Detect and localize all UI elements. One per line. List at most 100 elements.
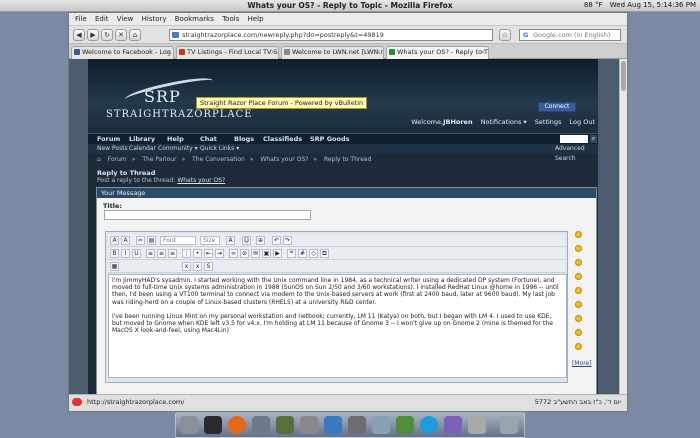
- tab-lwn[interactable]: Welcome to LWN.net [LWN.n... ×: [281, 46, 384, 59]
- undo-icon[interactable]: ↶: [272, 236, 281, 245]
- firefox-icon[interactable]: [228, 416, 246, 434]
- html-icon[interactable]: ◇: [309, 249, 318, 258]
- app-icon[interactable]: [396, 416, 414, 434]
- tab-whats-your-os[interactable]: Whats your OS? - Reply to T... ×: [386, 46, 489, 59]
- trash-icon[interactable]: [500, 416, 518, 434]
- app-icon[interactable]: [468, 416, 486, 434]
- subnav-new-posts[interactable]: New Posts: [97, 144, 128, 154]
- smile-icon[interactable]: [575, 343, 582, 350]
- underline-button[interactable]: U: [132, 249, 141, 258]
- title-field[interactable]: [104, 210, 311, 220]
- notifications-menu[interactable]: Notifications ▾: [481, 118, 527, 126]
- breadcrumb-item[interactable]: The Parlour: [142, 156, 176, 163]
- thread-link[interactable]: Whats your OS?: [177, 177, 225, 184]
- align-right-icon[interactable]: ≡: [168, 249, 177, 258]
- close-icon[interactable]: ×: [270, 47, 276, 58]
- table-icon[interactable]: ▦: [110, 262, 119, 271]
- smile-icon[interactable]: [575, 315, 582, 322]
- logout-link[interactable]: Log Out: [570, 118, 595, 126]
- username-link[interactable]: JBHoren: [443, 118, 473, 126]
- email-icon[interactable]: ✉: [251, 249, 260, 258]
- search-input[interactable]: G Google.com (in English): [519, 29, 621, 41]
- link-icon[interactable]: ∞: [229, 249, 238, 258]
- reload-icon[interactable]: ↻: [101, 29, 113, 41]
- strike-icon[interactable]: S: [204, 262, 213, 271]
- video-icon[interactable]: ▶: [273, 249, 282, 258]
- terminal-icon[interactable]: [204, 416, 222, 434]
- unlink-icon[interactable]: ⊘: [240, 249, 249, 258]
- breadcrumb-item[interactable]: Forum: [108, 156, 127, 163]
- superscript-icon[interactable]: x: [193, 262, 202, 271]
- settings-link[interactable]: Settings: [535, 118, 562, 126]
- unordered-list-icon[interactable]: •: [193, 249, 202, 258]
- home-icon[interactable]: ⌂: [97, 156, 101, 163]
- tab-tv-listings[interactable]: TV Listings - Find Local TV S... ×: [176, 46, 279, 59]
- align-left-icon[interactable]: ≡: [146, 249, 155, 258]
- subscript-icon[interactable]: x: [182, 262, 191, 271]
- indent-icon[interactable]: ⇥: [215, 249, 224, 258]
- smile-icon[interactable]: [575, 301, 582, 308]
- mail-icon[interactable]: [252, 416, 270, 434]
- quote-icon[interactable]: ❝: [287, 249, 296, 258]
- font-select[interactable]: Font: [160, 236, 196, 245]
- breadcrumb-item[interactable]: Whats your OS?: [260, 156, 308, 163]
- app-icon[interactable]: [372, 416, 390, 434]
- home-icon[interactable]: ⌂: [129, 29, 141, 41]
- close-icon[interactable]: ×: [480, 47, 486, 58]
- code-icon[interactable]: #: [298, 249, 307, 258]
- menu-tools[interactable]: Tools: [222, 13, 239, 26]
- message-textarea[interactable]: I'm JimmyHAD's sysadmin. I started worki…: [108, 274, 567, 378]
- breadcrumb-item[interactable]: The Conversation: [192, 156, 245, 163]
- smile-icon[interactable]: [575, 231, 582, 238]
- search-icon[interactable]: ⌕: [590, 135, 597, 143]
- app-icon[interactable]: [300, 416, 318, 434]
- bookmark-star-icon[interactable]: ☆: [499, 29, 511, 41]
- smile-icon[interactable]: [575, 259, 582, 266]
- menu-help[interactable]: Help: [248, 13, 264, 26]
- tab-facebook[interactable]: Welcome to Facebook - Log ... ×: [71, 46, 174, 59]
- size-select[interactable]: Size: [200, 236, 220, 245]
- bold-button[interactable]: B: [110, 249, 119, 258]
- outdent-icon[interactable]: ⇤: [204, 249, 213, 258]
- scrollbar-thumb[interactable]: [621, 61, 626, 91]
- stop-icon[interactable]: ✕: [115, 29, 127, 41]
- facebook-connect-button[interactable]: Connect: [538, 102, 576, 112]
- adblock-icon[interactable]: [72, 398, 82, 406]
- forum-search-input[interactable]: [560, 135, 588, 143]
- smile-icon[interactable]: [575, 273, 582, 280]
- smile-icon[interactable]: [575, 245, 582, 252]
- url-bar[interactable]: straightrazorplace.com/newreply.php?do=p…: [169, 29, 493, 41]
- subnav-community[interactable]: Community ▾: [158, 144, 198, 154]
- app-icon[interactable]: [348, 416, 366, 434]
- remove-format-icon[interactable]: A: [121, 236, 130, 245]
- close-icon[interactable]: ×: [165, 47, 171, 58]
- image-icon[interactable]: ▣: [262, 249, 271, 258]
- clock[interactable]: Wed Aug 15, 5:14:36 PM: [610, 1, 696, 9]
- app-icon[interactable]: [324, 416, 342, 434]
- skype-icon[interactable]: [420, 416, 438, 434]
- smilie-icon[interactable]: ☺: [242, 236, 251, 245]
- page-scrollbar[interactable]: [619, 59, 627, 394]
- font-color-icon[interactable]: A: [226, 236, 235, 245]
- ordered-list-icon[interactable]: ⋮: [182, 249, 191, 258]
- forward-button[interactable]: ▶: [87, 29, 99, 41]
- menu-history[interactable]: History: [142, 13, 167, 26]
- menu-file[interactable]: File: [75, 13, 87, 26]
- attach-icon[interactable]: ⊕: [256, 236, 265, 245]
- switch-mode-icon[interactable]: A: [110, 236, 119, 245]
- subnav-quick-links[interactable]: Quick Links ▾: [200, 144, 239, 154]
- paste-icon[interactable]: ▤: [147, 236, 156, 245]
- menu-bookmarks[interactable]: Bookmarks: [175, 13, 214, 26]
- more-smilies-link[interactable]: [More]: [572, 360, 592, 367]
- align-center-icon[interactable]: ≡: [157, 249, 166, 258]
- smile-icon[interactable]: [575, 287, 582, 294]
- cut-icon[interactable]: ✂: [136, 236, 145, 245]
- smile-icon[interactable]: [575, 329, 582, 336]
- menu-view[interactable]: View: [117, 13, 134, 26]
- menu-edit[interactable]: Edit: [95, 13, 109, 26]
- php-icon[interactable]: ⧉: [320, 249, 329, 258]
- weather-temp[interactable]: 88 °F: [584, 1, 603, 9]
- app-icon[interactable]: [444, 416, 462, 434]
- redo-icon[interactable]: ↷: [283, 236, 292, 245]
- close-icon[interactable]: ×: [375, 47, 381, 58]
